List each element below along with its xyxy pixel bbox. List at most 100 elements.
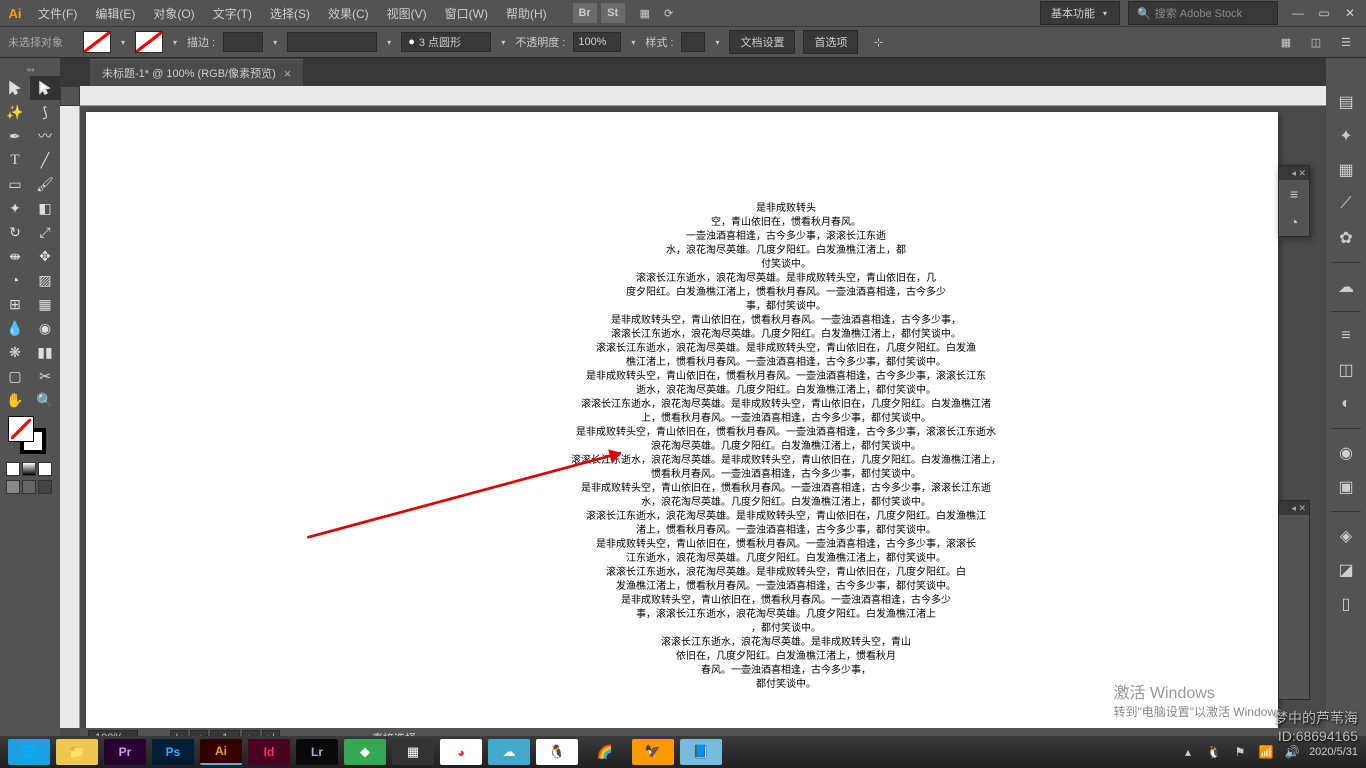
width-tool[interactable]: ⇼ bbox=[0, 244, 30, 268]
gpu-icon[interactable]: ⟳ bbox=[657, 3, 681, 23]
menu-object[interactable]: 对象(O) bbox=[145, 1, 202, 26]
symbol-sprayer-tool[interactable]: ❋ bbox=[0, 340, 30, 364]
color-mode-solid[interactable] bbox=[6, 462, 20, 476]
panel-collapse-icon[interactable]: ◂ ✕ bbox=[1279, 501, 1309, 515]
align-icon[interactable]: ▦ bbox=[1274, 32, 1298, 52]
perspective-grid-tool[interactable]: ▨ bbox=[30, 268, 60, 292]
taskbar-app1-icon[interactable]: ◆ bbox=[344, 739, 386, 765]
taskbar-indesign-icon[interactable]: Id bbox=[248, 739, 290, 765]
scale-tool[interactable]: ⤢ bbox=[30, 220, 60, 244]
close-icon[interactable]: × bbox=[284, 66, 292, 81]
tray-flag-icon[interactable]: ⚑ bbox=[1231, 743, 1249, 761]
taskbar-illustrator-icon[interactable]: Ai bbox=[200, 739, 242, 765]
opacity-input[interactable] bbox=[573, 32, 621, 52]
transform-icon[interactable]: ◫ bbox=[1304, 32, 1328, 52]
libraries-floating-panel[interactable]: ◂ ✕ bbox=[1278, 500, 1310, 700]
taskbar-app4-icon[interactable]: ☁ bbox=[488, 739, 530, 765]
taskbar-photoshop-icon[interactable]: Ps bbox=[152, 739, 194, 765]
layers-panel-icon[interactable]: ◈ bbox=[1332, 522, 1360, 550]
rectangle-tool[interactable]: ▭ bbox=[0, 172, 30, 196]
menu-edit[interactable]: 编辑(E) bbox=[87, 1, 143, 26]
chevron-down-icon[interactable]: ▾ bbox=[271, 38, 279, 47]
chevron-down-icon[interactable]: ▾ bbox=[171, 38, 179, 47]
paragraph-panel-icon[interactable]: ◔ bbox=[1279, 208, 1309, 236]
canvas[interactable]: 是非成败转头空，青山依旧在，惯看秋月春风。一壶浊酒喜相逢，古今多少事，滚滚长江东… bbox=[80, 106, 1326, 728]
eyedropper-tool[interactable]: 💧 bbox=[0, 316, 30, 340]
maximize-button[interactable]: ▭ bbox=[1312, 4, 1336, 22]
line-segment-tool[interactable]: ╱ bbox=[30, 148, 60, 172]
tray-up-icon[interactable]: ▴ bbox=[1179, 743, 1197, 761]
floating-panel[interactable]: ◂ ✕ ≡ ◔ bbox=[1278, 165, 1310, 237]
menu-window[interactable]: 窗口(W) bbox=[437, 1, 496, 26]
shaper-tool[interactable]: ✦ bbox=[0, 196, 30, 220]
taskbar-app3-icon[interactable]: ◕ bbox=[440, 739, 482, 765]
menu-file[interactable]: 文件(F) bbox=[30, 1, 85, 26]
fill-swatch[interactable] bbox=[83, 31, 111, 53]
taskbar-qq-icon[interactable]: 🐧 bbox=[536, 739, 578, 765]
panel-menu-icon[interactable]: ☰ bbox=[1334, 32, 1358, 52]
arrange-docs-icon[interactable]: ▦ bbox=[633, 3, 657, 23]
color-panel-icon[interactable]: ✦ bbox=[1332, 122, 1360, 150]
graphic-styles-panel-icon[interactable]: ▣ bbox=[1332, 473, 1360, 501]
menu-help[interactable]: 帮助(H) bbox=[498, 1, 555, 26]
character-panel-icon[interactable]: ≡ bbox=[1279, 180, 1309, 208]
artboard[interactable]: 是非成败转头空，青山依旧在，惯看秋月春风。一壶浊酒喜相逢，古今多少事，滚滚长江东… bbox=[86, 112, 1278, 728]
preferences-button[interactable]: 首选项 bbox=[803, 30, 858, 54]
tray-date[interactable]: 2020/5/31 bbox=[1309, 746, 1358, 758]
draw-normal[interactable] bbox=[6, 480, 20, 494]
appearance-panel-icon[interactable]: ◉ bbox=[1332, 439, 1360, 467]
menu-effect[interactable]: 效果(C) bbox=[320, 1, 377, 26]
chevron-down-icon[interactable]: ▾ bbox=[119, 38, 127, 47]
stroke-weight-input[interactable] bbox=[223, 32, 263, 52]
magic-wand-tool[interactable]: ✨ bbox=[0, 100, 30, 124]
dock-handle[interactable]: ◂◂ bbox=[0, 62, 60, 76]
mesh-tool[interactable]: ⊞ bbox=[0, 292, 30, 316]
taskbar-chrome-icon[interactable]: 🌈 bbox=[584, 739, 626, 765]
paintbrush-tool[interactable]: 🖌 bbox=[30, 172, 60, 196]
direct-selection-tool[interactable] bbox=[30, 76, 60, 100]
menu-view[interactable]: 视图(V) bbox=[379, 1, 435, 26]
pen-tool[interactable]: ✒ bbox=[0, 124, 30, 148]
stock-icon[interactable]: St bbox=[601, 3, 625, 23]
taskbar-explorer-icon[interactable]: 📁 bbox=[56, 739, 98, 765]
draw-behind[interactable] bbox=[22, 480, 36, 494]
document-tab[interactable]: 未标题-1* @ 100% (RGB/像素预览) × bbox=[90, 59, 303, 86]
curvature-tool[interactable]: 〰 bbox=[30, 124, 60, 148]
column-graph-tool[interactable]: ▮▮ bbox=[30, 340, 60, 364]
color-mode-none[interactable] bbox=[38, 462, 52, 476]
rotate-tool[interactable]: ↻ bbox=[0, 220, 30, 244]
menu-select[interactable]: 选择(S) bbox=[262, 1, 318, 26]
chevron-down-icon[interactable]: ▾ bbox=[713, 38, 721, 47]
symbols-panel-icon[interactable]: ✿ bbox=[1332, 224, 1360, 252]
close-button[interactable]: ✕ bbox=[1338, 4, 1362, 22]
panel-collapse-icon[interactable]: ◂ ✕ bbox=[1279, 166, 1309, 180]
swatches-panel-icon[interactable]: ▦ bbox=[1332, 156, 1360, 184]
draw-inside[interactable] bbox=[38, 480, 52, 494]
tray-volume-icon[interactable]: 🔊 bbox=[1283, 743, 1301, 761]
cc-libraries-icon[interactable]: ☁ bbox=[1332, 273, 1360, 301]
taskbar-app2-icon[interactable]: ▦ bbox=[392, 739, 434, 765]
document-setup-button[interactable]: 文档设置 bbox=[729, 30, 795, 54]
minimize-button[interactable]: — bbox=[1286, 4, 1310, 22]
taskbar-app6-icon[interactable]: 📘 bbox=[680, 739, 722, 765]
vertical-ruler[interactable] bbox=[60, 106, 80, 728]
eraser-tool[interactable]: ◧ bbox=[30, 196, 60, 220]
heart-text-object[interactable]: 是非成败转头空，青山依旧在，惯看秋月春风。一壶浊酒喜相逢，古今多少事，滚滚长江东… bbox=[526, 202, 1046, 692]
transparency-panel-icon[interactable]: ◐ bbox=[1332, 390, 1360, 418]
brushes-panel-icon[interactable]: ⟋ bbox=[1332, 190, 1360, 218]
bridge-icon[interactable]: Br bbox=[573, 3, 597, 23]
tray-network-icon[interactable]: 📶 bbox=[1257, 743, 1275, 761]
artboard-tool[interactable]: ▢ bbox=[0, 364, 30, 388]
asset-export-panel-icon[interactable]: ◪ bbox=[1332, 556, 1360, 584]
shape-builder-tool[interactable]: ◔ bbox=[0, 268, 30, 292]
stroke-swatch[interactable] bbox=[135, 31, 163, 53]
slice-tool[interactable]: ✂ bbox=[30, 364, 60, 388]
taskbar-browser-icon[interactable]: 🌐 bbox=[8, 739, 50, 765]
lasso-tool[interactable]: ⟆ bbox=[30, 100, 60, 124]
fill-stroke-control[interactable] bbox=[0, 412, 60, 460]
color-mode-gradient[interactable] bbox=[22, 462, 36, 476]
ruler-origin[interactable] bbox=[60, 86, 80, 106]
graphic-style[interactable] bbox=[681, 32, 705, 52]
hand-tool[interactable]: ✋ bbox=[0, 388, 30, 412]
chevron-down-icon[interactable]: ▾ bbox=[385, 38, 393, 47]
